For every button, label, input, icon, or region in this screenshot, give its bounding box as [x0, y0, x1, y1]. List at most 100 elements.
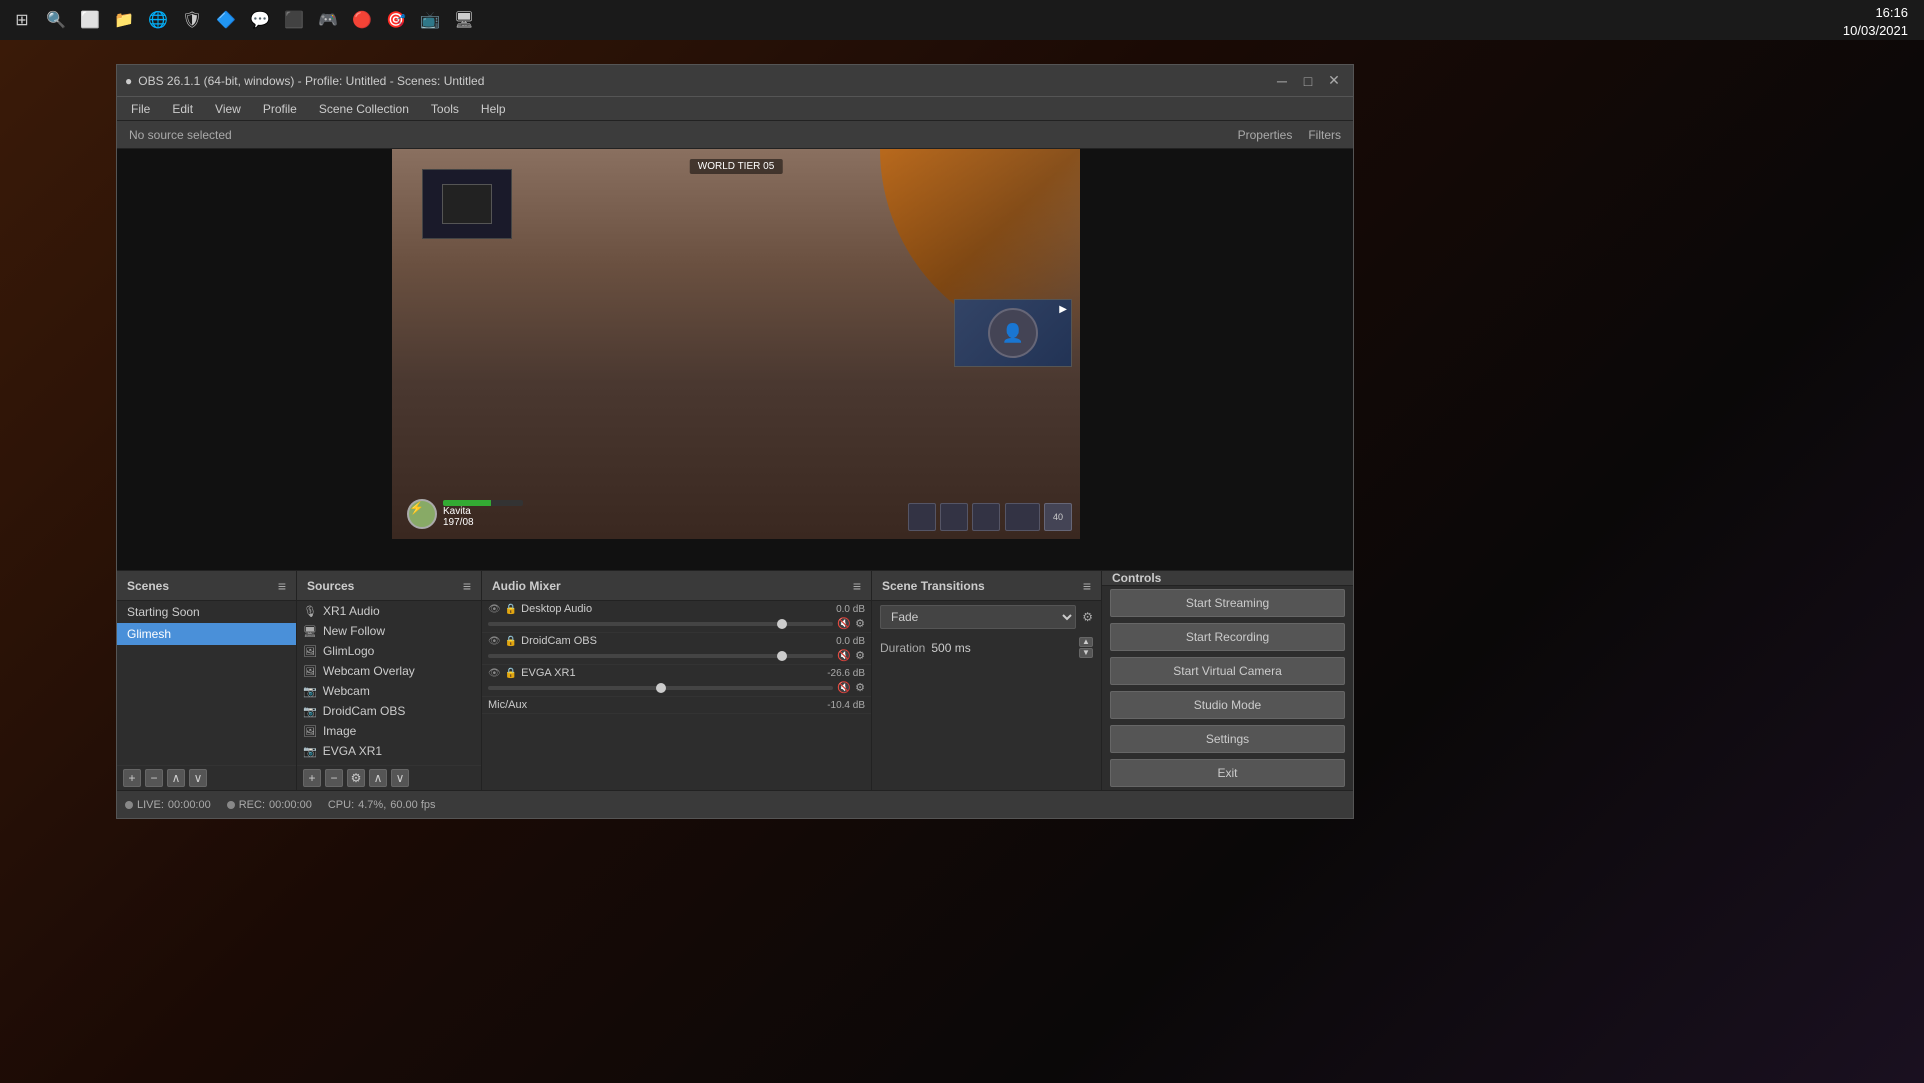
player-name: Kavita [443, 506, 523, 517]
transitions-menu-icon[interactable]: ≡ [1083, 578, 1091, 594]
source-image[interactable]: 🖼 Image [297, 721, 481, 741]
start-streaming-button[interactable]: Start Streaming [1110, 589, 1345, 617]
droidcam-settings-icon[interactable]: ⚙ [855, 649, 865, 662]
taskview-icon[interactable]: ⬜ [76, 6, 104, 34]
menu-view[interactable]: View [205, 100, 251, 118]
add-source-button[interactable]: + [303, 769, 321, 787]
overlay-icon: 🖼 [303, 665, 317, 678]
transition-type-select[interactable]: Fade [880, 605, 1076, 629]
defender-icon[interactable]: 🛡 [178, 6, 206, 34]
remove-source-button[interactable]: − [325, 769, 343, 787]
desktop-settings-icon[interactable]: ⚙ [855, 617, 865, 630]
add-scene-button[interactable]: + [123, 769, 141, 787]
droidcam-mute-button[interactable]: 🔇 [837, 649, 851, 662]
menu-file[interactable]: File [121, 100, 160, 118]
maximize-button[interactable]: □ [1297, 70, 1319, 92]
desktop-mute-button[interactable]: 🔇 [837, 617, 851, 630]
sources-menu-icon[interactable]: ≡ [463, 578, 471, 594]
scenes-menu-icon[interactable]: ≡ [278, 578, 286, 594]
rec-dot-icon [227, 801, 235, 809]
source-droidcam[interactable]: 📷 DroidCam OBS [297, 701, 481, 721]
transition-settings-icon[interactable]: ⚙ [1082, 610, 1093, 624]
chrome-icon[interactable]: 🌐 [144, 6, 172, 34]
droidcam-volume[interactable] [488, 654, 833, 658]
transition-type-row: Fade ⚙ [872, 601, 1101, 633]
duration-down-button[interactable]: ▼ [1079, 648, 1093, 658]
vlc-icon[interactable]: 🔴 [348, 6, 376, 34]
audio-menu-icon[interactable]: ≡ [853, 578, 861, 594]
source-glimlogo[interactable]: 🖼 GlimLogo [297, 641, 481, 661]
source-webcam[interactable]: 📷 Webcam [297, 681, 481, 701]
status-bar: LIVE: 00:00:00 REC: 00:00:00 CPU: 4.7%, … [117, 790, 1353, 818]
camera-icon-2: 📷 [303, 705, 317, 718]
scene-item-glimesh[interactable]: Glimesh [117, 623, 296, 645]
scenes-panel: Scenes ≡ Starting Soon Glimesh + − ∧ ∨ [117, 571, 297, 790]
image-icon-2: 🖼 [303, 725, 317, 738]
obs-logo: ● [125, 74, 132, 88]
start-recording-button[interactable]: Start Recording [1110, 623, 1345, 651]
transitions-header: Scene Transitions ≡ [872, 571, 1101, 601]
app1-icon[interactable]: 🔷 [212, 6, 240, 34]
menu-edit[interactable]: Edit [162, 100, 203, 118]
scene-down-button[interactable]: ∨ [189, 769, 207, 787]
studio-mode-button[interactable]: Studio Mode [1110, 691, 1345, 719]
preview-area: WORLD TIER 05 👤 ▶ ⚡ Kavita 197 [117, 149, 1353, 570]
app6-icon[interactable]: 🖥 [450, 6, 478, 34]
obs-window: ● OBS 26.1.1 (64-bit, windows) - Profile… [116, 64, 1354, 819]
menu-help[interactable]: Help [471, 100, 516, 118]
scene-up-button[interactable]: ∧ [167, 769, 185, 787]
desktop-audio-eye-icon[interactable]: 👁 [488, 604, 501, 615]
obs-taskbar-icon[interactable]: 🎮 [314, 6, 342, 34]
menu-scene-collection[interactable]: Scene Collection [309, 100, 419, 118]
audio-evga: 👁 🔒 EVGA XR1 -26.6 dB 🔇 ⚙ [482, 665, 871, 697]
hud-avatar: ⚡ [407, 499, 437, 529]
close-button[interactable]: ✕ [1323, 70, 1345, 92]
sources-toolbar: + − ⚙ ∧ ∨ [297, 765, 481, 790]
remove-scene-button[interactable]: − [145, 769, 163, 787]
exit-button[interactable]: Exit [1110, 759, 1345, 787]
settings-button[interactable]: Settings [1110, 725, 1345, 753]
source-new-follow[interactable]: 🖥 New Follow [297, 621, 481, 641]
start-button[interactable]: ⊞ [8, 6, 36, 34]
evga-settings-icon[interactable]: ⚙ [855, 681, 865, 694]
evga-mute-button[interactable]: 🔇 [837, 681, 851, 694]
live-status: LIVE: 00:00:00 [125, 799, 211, 811]
evga-eye-icon[interactable]: 👁 [488, 668, 501, 679]
no-source-label: No source selected [129, 128, 232, 142]
game-hud: ⚡ Kavita 197/08 [407, 499, 523, 529]
filters-button[interactable]: Filters [1308, 128, 1341, 142]
scenes-header: Scenes ≡ [117, 571, 296, 601]
app2-icon[interactable]: 💬 [246, 6, 274, 34]
source-webcam-overlay[interactable]: 🖼 Webcam Overlay [297, 661, 481, 681]
evga-volume[interactable] [488, 686, 833, 690]
desktop-audio-volume[interactable] [488, 622, 833, 626]
duration-up-button[interactable]: ▲ [1079, 637, 1093, 647]
camera-icon-1: 📷 [303, 685, 317, 698]
source-xr1-audio[interactable]: 🎙 XR1 Audio [297, 601, 481, 621]
search-icon[interactable]: 🔍 [42, 6, 70, 34]
droidcam-eye-icon[interactable]: 👁 [488, 636, 501, 647]
desktop-audio-lock-icon[interactable]: 🔒 [505, 604, 517, 615]
game-preview: WORLD TIER 05 👤 ▶ ⚡ Kavita 197 [392, 149, 1080, 539]
source-status-bar: No source selected Properties Filters [117, 121, 1353, 149]
sources-header: Sources ≡ [297, 571, 481, 601]
properties-button[interactable]: Properties [1238, 128, 1293, 142]
evga-lock-icon[interactable]: 🔒 [505, 668, 517, 679]
explorer-icon[interactable]: 📁 [110, 6, 138, 34]
source-settings-button[interactable]: ⚙ [347, 769, 365, 787]
source-up-button[interactable]: ∧ [369, 769, 387, 787]
minimize-button[interactable]: ─ [1271, 70, 1293, 92]
system-clock: 16:16 10/03/2021 [1843, 4, 1908, 40]
app5-icon[interactable]: 📺 [416, 6, 444, 34]
source-evga-xr1[interactable]: 📷 EVGA XR1 [297, 741, 481, 761]
source-down-button[interactable]: ∨ [391, 769, 409, 787]
duration-row: Duration 500 ms ▲ ▼ [872, 633, 1101, 662]
menu-tools[interactable]: Tools [421, 100, 469, 118]
scene-item-starting-soon[interactable]: Starting Soon [117, 601, 296, 623]
scenes-toolbar: + − ∧ ∨ [117, 765, 296, 790]
start-virtual-camera-button[interactable]: Start Virtual Camera [1110, 657, 1345, 685]
app3-icon[interactable]: ⬛ [280, 6, 308, 34]
app4-icon[interactable]: 🎯 [382, 6, 410, 34]
droidcam-lock-icon[interactable]: 🔒 [505, 636, 517, 647]
menu-profile[interactable]: Profile [253, 100, 307, 118]
